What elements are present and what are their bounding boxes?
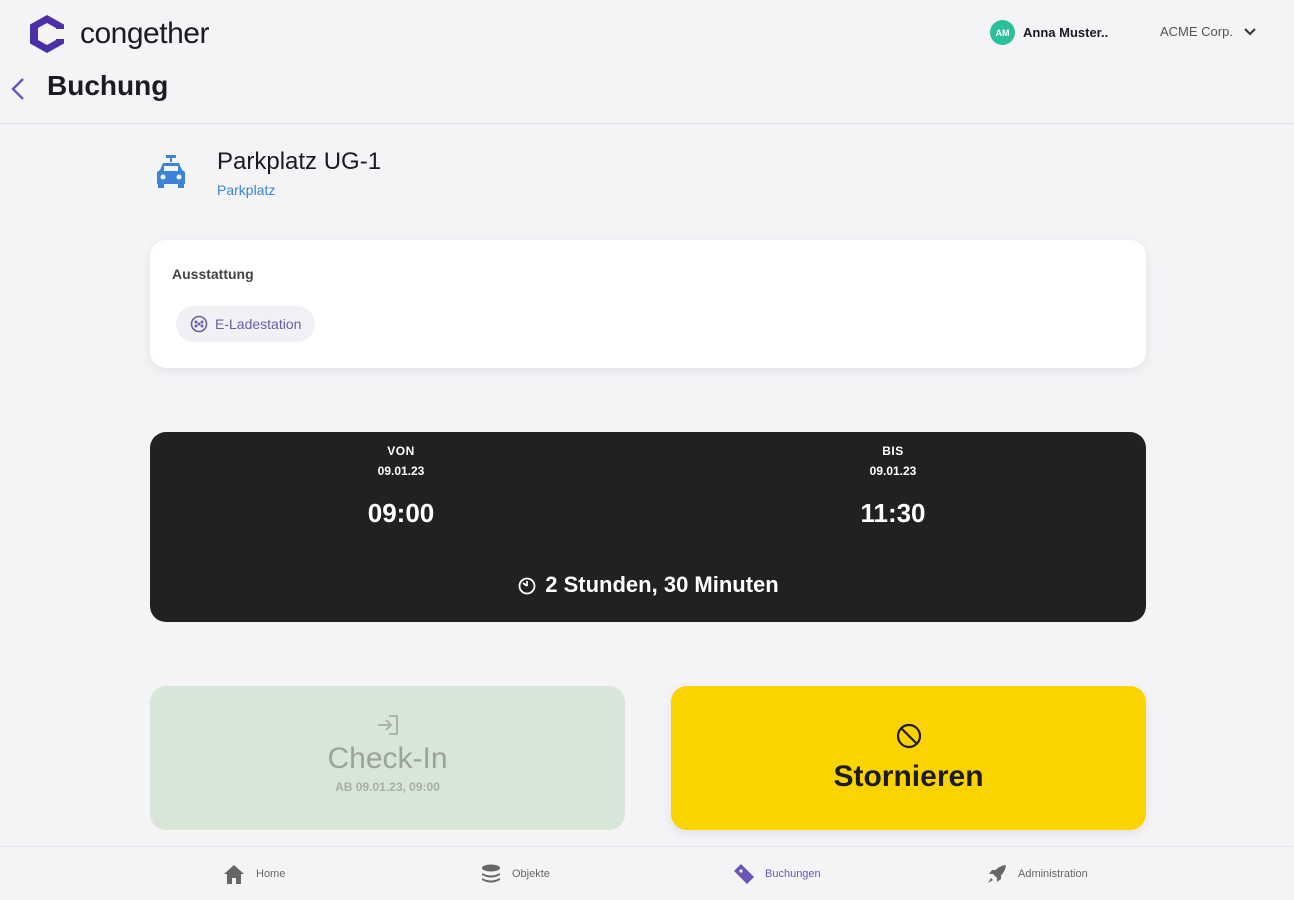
cancel-booking-button[interactable]: Stornieren (671, 686, 1146, 830)
equipment-label: Ausstattung (172, 266, 254, 282)
from-time: 09:00 (367, 498, 435, 528)
org-selector[interactable]: ACME Corp. (1160, 24, 1257, 39)
timer-icon (518, 577, 536, 595)
top-header: congether AM Anna Muster.. ACME Corp. Bu… (0, 0, 1294, 124)
object-title: Parkplatz UG-1 (217, 148, 382, 175)
org-name: ACME Corp. (1160, 24, 1233, 39)
car-icon (157, 155, 185, 188)
equipment-card: Ausstattung E-Ladestation (150, 240, 1146, 368)
from-label: VON (387, 444, 415, 458)
cancel-label: Stornieren (833, 760, 984, 793)
check-in-label: Check-In (327, 742, 448, 775)
brand-logo[interactable]: congether (26, 13, 209, 55)
nav-label-objekte: Objekte (512, 868, 550, 880)
check-in-sub: AB 09.01.23, 09:00 (335, 780, 440, 794)
user-name: Anna Muster.. (1023, 25, 1109, 40)
congether-logo-icon (30, 15, 66, 53)
nav-item-home[interactable]: Home (222, 863, 285, 885)
time-to: BIS 09.01.23 11:30 (793, 444, 993, 529)
equipment-chip: E-Ladestation (176, 306, 316, 342)
to-label: BIS (882, 444, 904, 458)
equipment-chip-label: E-Ladestation (215, 316, 302, 332)
login-icon (377, 715, 398, 735)
object-type-link[interactable]: Parkplatz (217, 182, 275, 198)
layers-icon (482, 864, 500, 883)
page-title: Buchung (47, 70, 169, 101)
ticket-icon (734, 864, 754, 884)
brand-name: congether (80, 17, 209, 50)
check-in-button[interactable]: Check-In AB 09.01.23, 09:00 (150, 686, 625, 830)
nav-label-administration: Administration (1018, 868, 1088, 880)
object-icon (154, 154, 188, 195)
avatar: AM (990, 20, 1015, 45)
from-date: 09.01.23 (377, 464, 425, 478)
nav-item-buchungen[interactable]: Buchungen (733, 863, 821, 885)
duration-text: 2 Stunden, 30 Minuten (545, 572, 779, 597)
time-from: VON 09.01.23 09:00 (301, 444, 501, 529)
nav-label-buchungen: Buchungen (765, 868, 821, 880)
nav-item-objekte[interactable]: Objekte (480, 863, 550, 885)
rocket-icon (988, 865, 1006, 883)
duration: 2 Stunden, 30 Minuten (150, 572, 1146, 598)
charging-icon (190, 315, 208, 333)
nav-label-home: Home (256, 868, 286, 880)
back-button[interactable] (10, 74, 32, 104)
bottom-nav: Home Objekte Buchungen Administration (0, 846, 1294, 900)
to-date: 09.01.23 (869, 464, 917, 478)
to-time: 11:30 (860, 498, 926, 528)
time-card: VON 09.01.23 09:00 BIS 09.01.23 11:30 2 … (150, 432, 1146, 622)
cancel-icon (896, 723, 921, 749)
user-menu[interactable]: AM Anna Muster.. (990, 20, 1108, 45)
home-icon (224, 865, 244, 884)
chevron-down-icon (1244, 27, 1256, 35)
nav-item-administration[interactable]: Administration (986, 863, 1088, 885)
chevron-left-icon (11, 78, 24, 100)
